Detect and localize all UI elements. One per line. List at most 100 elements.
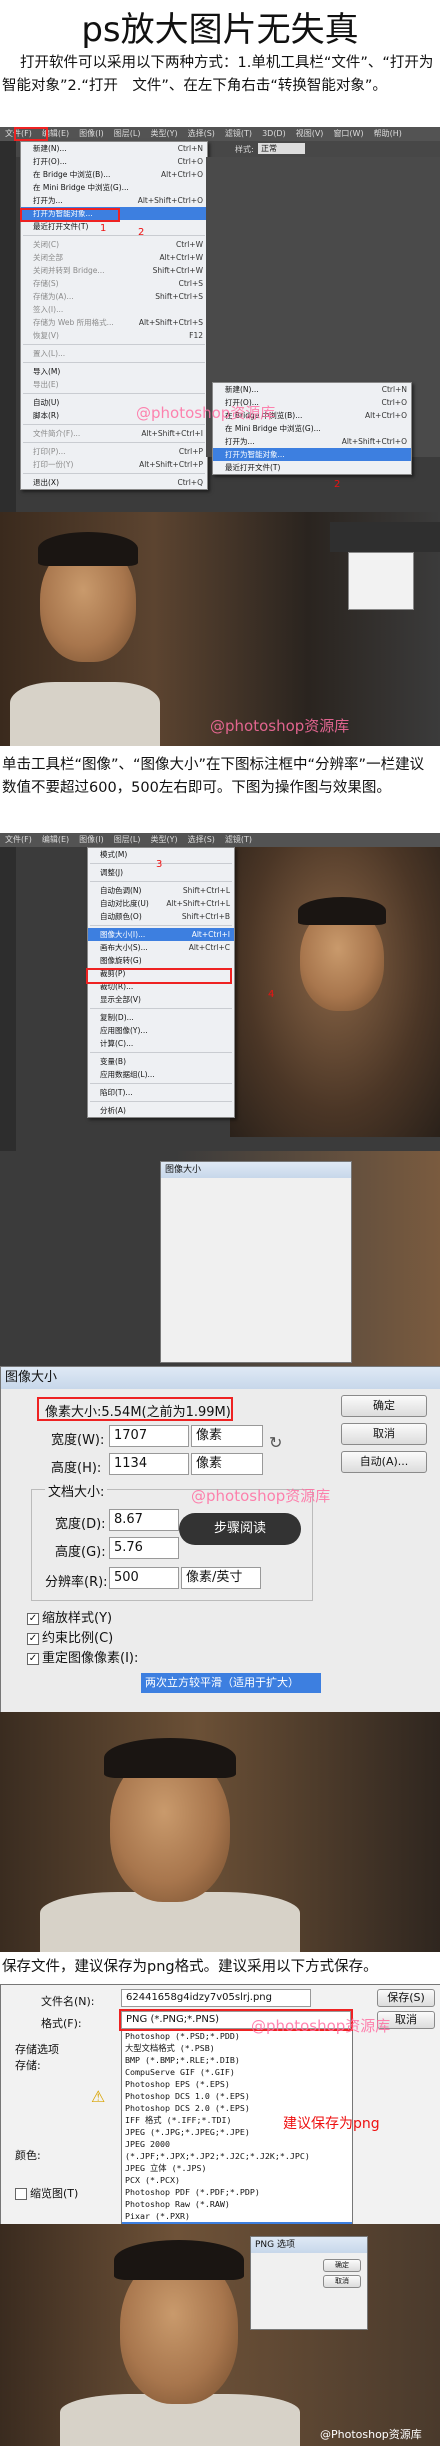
menu-item[interactable]: 恢复(V) F12 (21, 329, 207, 342)
menu-separator (90, 881, 232, 882)
width-input[interactable]: 1707 (109, 1425, 189, 1447)
ok-button[interactable]: 确定 (341, 1395, 427, 1417)
format-option[interactable]: JPEG 立体 (*.JPS) (122, 2162, 352, 2174)
menubar-item[interactable]: 3D(D) (262, 129, 286, 138)
menu-item[interactable]: 打开(O)... Ctrl+O (21, 155, 207, 168)
format-option[interactable]: Photoshop DCS 1.0 (*.EPS) (122, 2090, 352, 2102)
photo-result (0, 1712, 440, 1952)
menu-item[interactable]: 自动对比度(U) Alt+Shift+Ctrl+L (88, 897, 234, 910)
menu-item[interactable]: 计算(C)... (88, 1037, 234, 1050)
menu-item[interactable]: 陷印(T)... (88, 1086, 234, 1099)
menu-item[interactable]: 文件简介(F)... Alt+Shift+Ctrl+I (21, 427, 207, 440)
step-reading-badge[interactable]: 步骤阅读 (179, 1513, 301, 1545)
menu-item[interactable]: 导出(E) (21, 378, 207, 391)
menu-item[interactable]: 画布大小(S)... Alt+Ctrl+C (88, 941, 234, 954)
format-option[interactable]: PCX (*.PCX) (122, 2174, 352, 2186)
menu-item[interactable]: 显示全部(V) (88, 993, 234, 1006)
menubar-item[interactable]: 文件(F) (5, 835, 32, 844)
format-option[interactable]: Photoshop PDF (*.PDF;*.PDP) (122, 2186, 352, 2198)
menubar-item[interactable]: 选择(S) (188, 129, 215, 138)
menu-item[interactable]: 关闭并转到 Bridge... Shift+Ctrl+W (21, 264, 207, 277)
auto-button[interactable]: 自动(A)... (341, 1451, 427, 1473)
resample-method-select[interactable]: 两次立方较平滑（适用于扩大） (141, 1673, 321, 1693)
height-unit-select[interactable]: 像素 (191, 1453, 263, 1475)
width-unit-select[interactable]: 像素 (191, 1425, 263, 1447)
menu-item-label: 置入(L)... (33, 349, 66, 358)
filename-input[interactable]: 62441658g4idzy7v05slrj.png (121, 1989, 311, 2007)
menu-item[interactable]: 应用数据组(L)... (88, 1068, 234, 1081)
menu-item-label: 打开为... (225, 437, 255, 446)
menubar-item[interactable]: 选择(S) (188, 835, 215, 844)
menu-item[interactable]: 最近打开文件(T) (213, 461, 411, 474)
menu-item[interactable]: 关闭全部 Alt+Ctrl+W (21, 251, 207, 264)
doc-height-input[interactable]: 5.76 (109, 1537, 179, 1559)
menubar-item[interactable]: 图层(L) (114, 835, 141, 844)
doc-width-input[interactable]: 8.67 (109, 1509, 179, 1531)
save-button[interactable]: 保存(S) (377, 1989, 435, 2007)
format-option[interactable]: 大型文档格式 (*.PSB) (122, 2042, 352, 2054)
scale-styles-checkbox[interactable]: ✓ 缩放样式(Y) (27, 1607, 112, 1626)
style-select[interactable]: 正常 (258, 143, 305, 154)
menubar-item[interactable]: 视图(V) (296, 129, 324, 138)
menu-item[interactable]: 应用图像(Y)... (88, 1024, 234, 1037)
menu-item[interactable]: 存储为 Web 所用格式... Alt+Shift+Ctrl+S (21, 316, 207, 329)
style-label: 样式: (235, 145, 254, 154)
menu-item[interactable]: 在 Mini Bridge 中浏览(G)... (21, 181, 207, 194)
png-ok-button[interactable]: 确定 (323, 2259, 361, 2272)
png-cancel-button[interactable]: 取消 (323, 2275, 361, 2288)
format-option[interactable]: Photoshop EPS (*.EPS) (122, 2078, 352, 2090)
menubar-item[interactable]: 图像(I) (79, 129, 104, 138)
menu-item[interactable]: 打开为智能对象... (213, 448, 411, 461)
menu-item[interactable]: 在 Bridge 中浏览(B)... Alt+Ctrl+O (21, 168, 207, 181)
format-option[interactable]: BMP (*.BMP;*.RLE;*.DIB) (122, 2054, 352, 2066)
menu-item-label: 变量(B) (100, 1057, 126, 1066)
menu-item[interactable]: 打开为... Alt+Shift+Ctrl+O (21, 194, 207, 207)
menu-item[interactable]: 存储(S) Ctrl+S (21, 277, 207, 290)
menu-item[interactable]: 图像大小(I)... Alt+Ctrl+I (88, 928, 234, 941)
menu-item[interactable]: 签入(I)... (21, 303, 207, 316)
thumbnail-checkbox[interactable]: 缩览图(T) (15, 2185, 78, 2201)
menubar-item[interactable]: 类型(Y) (150, 835, 177, 844)
watermark-4: @photoshop资源库 (251, 2017, 391, 2035)
menu-item[interactable]: 分析(A) (88, 1104, 234, 1117)
menu-separator (90, 925, 232, 926)
menu-item[interactable]: 退出(X) Ctrl+Q (21, 476, 207, 489)
constrain-checkbox[interactable]: ✓ 约束比例(C) (27, 1627, 113, 1646)
menu-item[interactable]: 打开为... Alt+Shift+Ctrl+O (213, 435, 411, 448)
menu-item[interactable]: 存储为(A)... Shift+Ctrl+S (21, 290, 207, 303)
menubar-item[interactable]: 图层(L) (114, 129, 141, 138)
menu-item[interactable]: 自动色调(N) Shift+Ctrl+L (88, 884, 234, 897)
format-option[interactable]: Photoshop Raw (*.RAW) (122, 2198, 352, 2210)
menubar-item[interactable]: 滤镜(T) (225, 835, 252, 844)
menu-item[interactable]: 新建(N)... Ctrl+N (21, 142, 207, 155)
resolution-unit-select[interactable]: 像素/英寸 (181, 1567, 261, 1589)
menubar-item[interactable]: 图像(I) (79, 835, 104, 844)
resolution-input[interactable]: 500 (109, 1567, 179, 1589)
menu-item[interactable]: 复制(D)... (88, 1011, 234, 1024)
format-option[interactable]: CompuServe GIF (*.GIF) (122, 2066, 352, 2078)
menubar-item[interactable]: 窗口(W) (333, 129, 363, 138)
watermark: @photoshop资源库 (136, 404, 276, 422)
menu-item[interactable]: 打印(P)... Ctrl+P (21, 445, 207, 458)
menu-item[interactable]: 关闭(C) Ctrl+W (21, 238, 207, 251)
menu-item[interactable]: 导入(M) (21, 365, 207, 378)
cancel-button[interactable]: 取消 (341, 1423, 427, 1445)
format-option[interactable]: Pixar (*.PXR) (122, 2210, 352, 2222)
photo-final: PNG 选项 确定 取消 @Photoshop资源库 (0, 2224, 440, 2446)
menu-item[interactable]: 新建(N)... Ctrl+N (213, 383, 411, 396)
menu-item[interactable]: 打印一份(Y) Alt+Shift+Ctrl+P (21, 458, 207, 471)
menubar-item[interactable]: 帮助(H) (374, 129, 402, 138)
menubar-item[interactable]: 编辑(E) (42, 835, 69, 844)
menu-item[interactable]: 图像旋转(G) (88, 954, 234, 967)
menu-item[interactable]: 变量(B) (88, 1055, 234, 1068)
format-option[interactable]: JPEG 2000 (*.JPF;*.JPX;*.JP2;*.J2C;*.J2K… (122, 2138, 352, 2162)
menu-item[interactable]: 置入(L)... (21, 347, 207, 360)
menu-item-shortcut: Ctrl+W (175, 240, 203, 249)
menubar-item[interactable]: 滤镜(T) (225, 129, 252, 138)
resample-checkbox[interactable]: ✓ 重定图像像素(I): (27, 1647, 138, 1666)
width-label: 宽度(W): (51, 1433, 105, 1448)
height-input[interactable]: 1134 (109, 1453, 189, 1475)
menu-item[interactable]: 自动颜色(O) Shift+Ctrl+B (88, 910, 234, 923)
menubar-item[interactable]: 类型(Y) (150, 129, 177, 138)
menu-item[interactable]: 在 Mini Bridge 中浏览(G)... (213, 422, 411, 435)
